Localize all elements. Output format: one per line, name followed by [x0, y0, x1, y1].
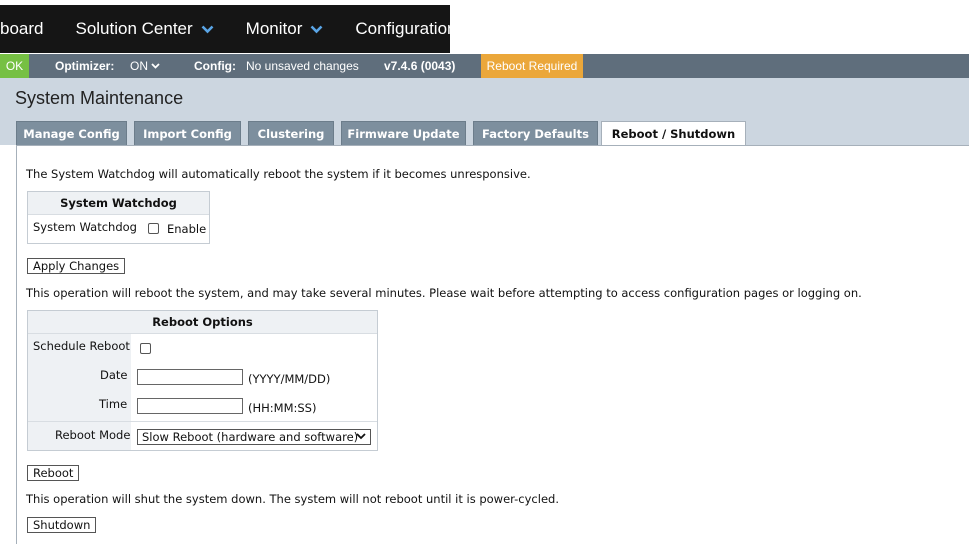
watchdog-panel-title: System Watchdog: [28, 192, 209, 215]
reboot-mode-value: Slow Reboot (hardware and software): [142, 430, 359, 444]
chevron-down-icon: [201, 19, 214, 39]
time-input[interactable]: [137, 398, 243, 414]
version-text: v7.4.6 (0043): [384, 59, 456, 73]
date-input[interactable]: [137, 369, 243, 385]
tab-firmware-update[interactable]: Firmware Update: [341, 121, 466, 145]
status-ok-badge: OK: [0, 54, 29, 78]
time-label: Time: [99, 397, 128, 411]
reboot-mode-label: Reboot Mode: [55, 428, 131, 442]
config-value: No unsaved changes: [246, 59, 359, 73]
version-label: v7.4.6 (0043): [384, 54, 455, 78]
watchdog-enable-label: Enable: [167, 222, 207, 236]
apply-changes-button[interactable]: Apply Changes: [27, 258, 126, 274]
shutdown-button[interactable]: Shutdown: [27, 517, 97, 533]
time-format-hint: (HH:MM:SS): [248, 401, 317, 415]
optimizer-dropdown[interactable]: ON: [130, 54, 160, 78]
optimizer-status: Optimizer:: [55, 54, 114, 78]
schedule-reboot-checkbox[interactable]: [140, 343, 151, 354]
date-label: Date: [100, 368, 128, 382]
watchdog-enable-checkbox[interactable]: [148, 223, 159, 234]
watchdog-row-label: System Watchdog: [33, 220, 137, 234]
tab-manage-config[interactable]: Manage Config: [16, 121, 127, 145]
tab-content-panel: The System Watchdog will automatically r…: [16, 145, 969, 544]
tab-import-config[interactable]: Import Config: [134, 121, 241, 145]
nav-item-monitor[interactable]: Monitor: [246, 5, 324, 53]
config-label: Config:: [194, 59, 236, 73]
nav-item-dashboard[interactable]: board: [0, 5, 43, 53]
chevron-down-icon: [310, 19, 323, 39]
reboot-mode-select[interactable]: Slow Reboot (hardware and software): [137, 429, 371, 445]
reboot-description: This operation will reboot the system, a…: [26, 286, 862, 300]
reboot-button[interactable]: Reboot: [27, 465, 80, 481]
nav-item-label: Monitor: [245, 19, 303, 38]
shutdown-description: This operation will shut the system down…: [26, 492, 559, 506]
optimizer-label: Optimizer:: [55, 59, 115, 73]
nav-item-configuration[interactable]: Configuration: [355, 5, 456, 53]
nav-item-label: Solution Center: [75, 19, 193, 38]
tab-reboot-shutdown[interactable]: Reboot / Shutdown: [601, 121, 746, 146]
divider: [28, 421, 377, 422]
config-status: Config:: [194, 54, 236, 78]
reboot-options-panel: Reboot Options Schedule Reboot Date (YYY…: [27, 310, 378, 451]
nav-bar: board Solution Center Monitor Configurat…: [0, 5, 456, 53]
top-navigation: board Solution Center Monitor Configurat…: [0, 0, 969, 54]
chevron-down-icon: [356, 433, 366, 440]
tab-factory-defaults[interactable]: Factory Defaults: [473, 121, 598, 145]
page-header: System Maintenance Manage Config Import …: [0, 78, 969, 146]
tab-clustering[interactable]: Clustering: [248, 121, 334, 145]
date-format-hint: (YYYY/MM/DD): [248, 372, 331, 386]
status-bar: OK Optimizer: ON Config: No unsaved chan…: [0, 54, 969, 78]
schedule-reboot-label: Schedule Reboot: [33, 339, 130, 353]
watchdog-description: The System Watchdog will automatically r…: [26, 167, 531, 181]
optimizer-value: ON: [130, 59, 148, 73]
reboot-required-badge[interactable]: Reboot Required: [481, 54, 583, 78]
chevron-down-icon: [151, 63, 160, 69]
reboot-options-title: Reboot Options: [28, 311, 377, 334]
watchdog-panel: System Watchdog System Watchdog Enable: [27, 191, 210, 244]
nav-item-solution-center[interactable]: Solution Center: [75, 5, 214, 53]
page-title: System Maintenance: [15, 88, 184, 108]
